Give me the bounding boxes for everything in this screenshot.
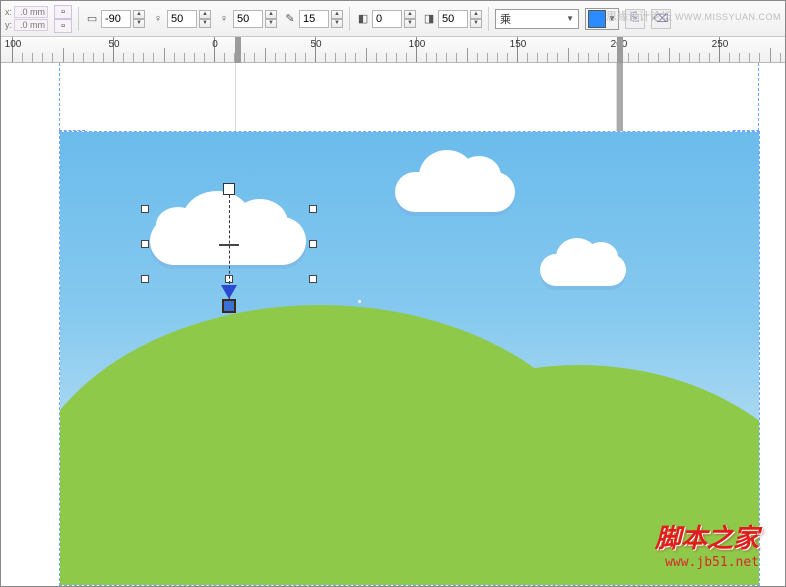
opacity-input[interactable] [167,10,197,28]
page-shadow [617,63,623,131]
transparency-arrow-icon [221,285,237,299]
handle-bottom-right[interactable] [309,275,317,283]
step-b-icon: ◨ [422,12,436,26]
selection-box [141,205,317,283]
wineglass2-icon: ♀ [217,12,231,26]
page-background [235,63,617,131]
transparency-start-node[interactable] [223,183,235,195]
separator [78,7,79,31]
page-end-marker [617,37,623,63]
step-b-field[interactable]: ◨ ▲▼ [422,10,482,28]
step-a-input[interactable] [372,10,402,28]
y-label: y: [5,20,12,30]
rotation-field[interactable]: ▭ ▲▼ [85,10,145,28]
canvas[interactable]: 脚本之家 www.jb51.net [1,63,785,586]
coord-readout: x:.0 mm y:.0 mm [5,6,48,31]
cloud-2[interactable] [395,172,515,212]
blend-mode-value: 乘 [500,11,511,27]
rotation-input[interactable] [101,10,131,28]
chevron-down-icon: ▼ [566,14,574,23]
blend-mode-dropdown[interactable]: 乘 ▼ [495,9,579,29]
horizontal-ruler[interactable]: 10050050100150200250300 [1,37,785,63]
guide-left [59,63,85,131]
transparency-mid-slider[interactable] [219,244,239,246]
softness-spinner[interactable]: ▲▼ [265,10,277,28]
step-a-field[interactable]: ◧ ▲▼ [356,10,416,28]
bottom-watermark: 脚本之家 www.jb51.net [655,518,759,570]
separator [349,7,350,31]
page-start-marker [235,37,241,63]
nudge-up-icon[interactable]: ▫ [54,5,72,19]
guide-right [733,63,759,131]
site-url: www.jb51.net [655,555,759,570]
handle-top-right[interactable] [309,205,317,213]
handle-top-left[interactable] [141,205,149,213]
opacity-spinner[interactable]: ▲▼ [199,10,211,28]
rotation-icon: ▭ [85,12,99,26]
softness-field[interactable]: ♀ ▲▼ [217,10,277,28]
forum-name: 思缘设计论坛 [606,11,672,23]
separator [488,7,489,31]
nudge-buttons: ▫ ▫ [54,5,72,33]
y-value: .0 mm [14,19,48,31]
x-label: x: [5,7,12,17]
site-name: 脚本之家 [655,518,759,555]
softness-input[interactable] [233,10,263,28]
feather-field[interactable]: ✎ ▲▼ [283,10,343,28]
step-b-spinner[interactable]: ▲▼ [470,10,482,28]
transparency-axis[interactable] [229,195,230,299]
step-a-spinner[interactable]: ▲▼ [404,10,416,28]
top-watermark: 思缘设计论坛 WWW.MISSYUAN.COM [606,8,781,24]
step-b-input[interactable] [438,10,468,28]
cloud-3[interactable] [540,254,626,286]
forum-url: WWW.MISSYUAN.COM [675,12,781,22]
color-swatch [588,10,606,28]
handle-bottom-left[interactable] [141,275,149,283]
feather-input[interactable] [299,10,329,28]
feather-icon: ✎ [283,12,297,26]
handle-mid-right[interactable] [309,240,317,248]
speck [358,300,361,303]
handle-mid-left[interactable] [141,240,149,248]
transparency-end-node[interactable] [222,299,236,313]
step-a-icon: ◧ [356,12,370,26]
opacity-field[interactable]: ♀ ▲▼ [151,10,211,28]
rotation-spinner[interactable]: ▲▼ [133,10,145,28]
x-value: .0 mm [14,6,48,18]
nudge-down-icon[interactable]: ▫ [54,19,72,33]
wineglass-icon: ♀ [151,12,165,26]
feather-spinner[interactable]: ▲▼ [331,10,343,28]
